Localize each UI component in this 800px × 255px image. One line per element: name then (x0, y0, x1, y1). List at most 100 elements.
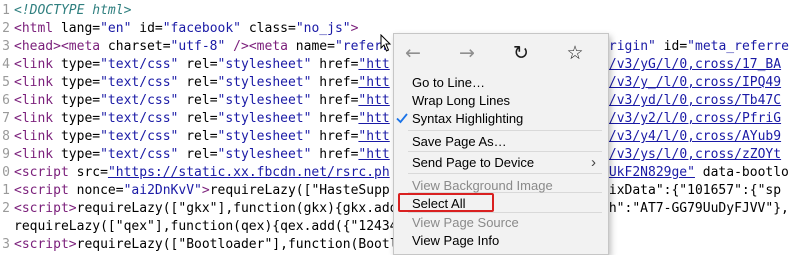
source-token: "text/css" (100, 93, 179, 108)
source-token: src= (76, 165, 108, 180)
source-token: nonce= (76, 183, 124, 198)
source-token: <script (14, 165, 77, 180)
source-token: "utf-8" (170, 39, 226, 54)
source-token: <script> (14, 201, 77, 216)
line-number: 9 (2, 147, 10, 162)
source-line: 1 <!DOCTYPE html> (0, 2, 800, 20)
menu-item-label: View Page Info (412, 233, 500, 248)
bookmark-star-icon: ☆ (566, 42, 584, 64)
source-link[interactable]: php/v3/ys/l/0,cross/zZOYt (585, 147, 781, 162)
source-token: charset= (107, 39, 171, 54)
menu-item-wrap-long-lines[interactable]: Wrap Long Lines (394, 92, 608, 110)
source-link[interactable]: php/v3/y4/l/0,cross/AYub9 (585, 129, 781, 144)
source-token: rel= (178, 147, 218, 162)
source-link[interactable]: php/v3/yd/l/0,cross/Tb47C (585, 93, 781, 108)
context-menu-navigation: ← → ↻ ☆ (394, 34, 608, 72)
source-token: "stylesheet" (217, 75, 312, 90)
source-token: <link (14, 57, 61, 72)
line-number: 4 (2, 57, 10, 72)
line-number: 7 (2, 111, 10, 126)
source-token: lang= (60, 21, 101, 36)
source-token: requireLazy(["qex"],function(qex){qex.ad… (14, 219, 398, 234)
source-token: href= (311, 129, 359, 144)
menu-item-label: Send Page to Device (412, 155, 535, 170)
source-token: "text/css" (100, 129, 179, 144)
source-token: <link (14, 75, 61, 90)
source-token: href= (311, 111, 359, 126)
source-token: <link (14, 129, 61, 144)
line-number: 1 (2, 3, 10, 18)
menu-item-save-page-as[interactable]: Save Page As… (394, 133, 608, 151)
source-token: type= (60, 111, 101, 126)
select-all-highlight-box (398, 193, 494, 212)
context-menu: ← → ↻ ☆ Go to Line… Wrap Long Lines Syntax Hi… (393, 33, 609, 255)
source-token: href= (311, 57, 359, 72)
source-token: class= (241, 21, 296, 36)
source-token: type= (60, 57, 101, 72)
source-token: "facebook" (162, 21, 242, 36)
line-number: 6 (2, 93, 10, 108)
source-link[interactable]: "htt (358, 57, 389, 72)
source-token: "ai2DnKvV" (123, 183, 202, 198)
source-token: <!DOCTYPE html> (14, 3, 132, 18)
source-token: "stylesheet" (217, 57, 312, 72)
line-number: 2 (2, 21, 10, 36)
source-token: href= (311, 147, 359, 162)
source-token: <link (14, 111, 61, 126)
source-token: id= (131, 21, 163, 36)
source-token: "no_js" (295, 21, 351, 36)
menu-item-view-page-info[interactable]: View Page Info (394, 232, 608, 250)
source-link[interactable]: php/v3/y2/l/0,cross/PfriG (585, 111, 781, 126)
source-token: rel= (178, 57, 218, 72)
line-number: 5 (2, 75, 10, 90)
source-link[interactable]: "htt (358, 75, 389, 90)
source-token: "stylesheet" (217, 93, 312, 108)
source-token: <head><meta (14, 39, 108, 54)
line-number: 3 (2, 39, 10, 54)
submenu-arrow-icon: › (591, 154, 596, 171)
menu-item-label: Wrap Long Lines (412, 93, 511, 108)
source-token: "en" (100, 21, 132, 36)
source-token: rel= (178, 93, 218, 108)
source-token: <script> (14, 237, 77, 252)
source-token: "text/css" (100, 57, 179, 72)
source-token: type= (60, 75, 101, 90)
menu-item-syntax-highlighting[interactable]: Syntax Highlighting (394, 110, 608, 128)
source-token: type= (60, 93, 101, 108)
forward-button: → (452, 40, 482, 66)
source-token: data-bootlo (694, 165, 789, 180)
source-token: rel= (178, 129, 218, 144)
line-number: 2 (2, 201, 10, 216)
source-token: <html (14, 21, 61, 36)
reload-button[interactable]: ↻ (506, 40, 536, 66)
source-link[interactable]: "htt (358, 147, 389, 162)
source-link[interactable]: "htt (358, 129, 389, 144)
source-token: href= (311, 75, 359, 90)
back-button: ← (398, 40, 428, 66)
source-token: /><meta (225, 39, 296, 54)
menu-item-go-to-line[interactable]: Go to Line… (394, 74, 608, 92)
source-token: <link (14, 147, 61, 162)
source-link[interactable]: "htt (358, 93, 389, 108)
source-token: href= (311, 93, 359, 108)
back-icon: ← (405, 42, 421, 64)
source-token: "stylesheet" (217, 111, 312, 126)
source-link[interactable]: "https://static.xx.fbcdn.net/rsrc.ph (108, 165, 390, 180)
bookmark-star-button[interactable]: ☆ (560, 40, 590, 66)
source-token: id= (655, 39, 688, 54)
source-token: rel= (178, 111, 218, 126)
source-link[interactable]: "htt (358, 111, 389, 126)
source-token: type= (60, 147, 101, 162)
menu-separator (408, 151, 602, 152)
menu-item-send-page-to-device[interactable]: Send Page to Device › (394, 154, 608, 172)
menu-item-view-page-source: View Page Source (394, 214, 608, 232)
source-token: name= (295, 39, 335, 54)
line-number: 1 (2, 183, 10, 198)
source-token: type= (60, 129, 101, 144)
source-token: > (201, 183, 210, 198)
source-link[interactable]: php/v3/y_/l/0,cross/IPQ49 (585, 75, 781, 90)
source-link[interactable]: php/v3/yG/l/0,cross/17_BA (585, 57, 781, 72)
menu-separator (408, 173, 602, 174)
source-token: "meta_referre (687, 39, 789, 54)
menu-separator (408, 130, 602, 131)
